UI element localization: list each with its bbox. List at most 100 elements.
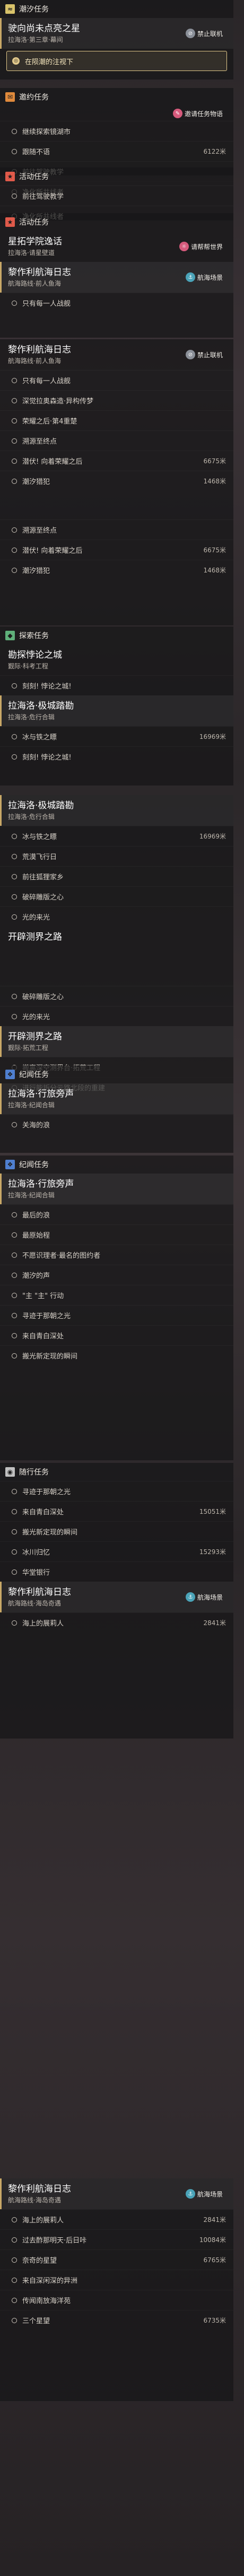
objective-row[interactable]: 冰川归忆 15293米 bbox=[0, 1541, 233, 1562]
objective-label: 深觉拉奥森造·异构传梦 bbox=[22, 398, 94, 405]
objective-row[interactable]: 荒漠飞行日 bbox=[0, 846, 233, 866]
objective-row[interactable]: 来自青白深处 15051米 bbox=[0, 1501, 233, 1521]
objective-row[interactable]: 光的来光 bbox=[0, 906, 233, 927]
mission-header[interactable]: 星拓学院逸话 拉海洛·请星壁道 ☼ 请帮帮世界 bbox=[0, 231, 233, 262]
objective-bullet-icon bbox=[12, 874, 17, 879]
objective-row[interactable]: 刻刻! 悖论之城! bbox=[0, 675, 233, 695]
mission-tag: ⊘ 禁止联机 bbox=[182, 28, 226, 39]
quest-panel: 破碎雕版之心光的来光开辟测界之路觐际·拓荒工程搬离深空测界台·拓荒工程进行能折分… bbox=[0, 986, 233, 1092]
objective-bullet-icon bbox=[12, 1212, 17, 1218]
mission-header[interactable]: 黎作利航海日志 航海路线·海岛奇遇 ⚓ 航海场景 bbox=[0, 1582, 233, 1612]
objective-label: 跟随不语 bbox=[22, 148, 50, 156]
objective-row[interactable]: 奈奇的星望 6765米 bbox=[0, 2249, 233, 2270]
objective-row[interactable]: ◎ 在陨潮的注视下 bbox=[6, 51, 227, 71]
mission-subtitle: 拉海洛·纪闻合辑 bbox=[8, 1101, 55, 1109]
quest-panel: ★活动任务前往驾驶教学净化所共线者 bbox=[0, 167, 233, 221]
objective-bullet-icon bbox=[12, 300, 17, 306]
event-icon: ★ bbox=[5, 172, 15, 181]
objective-bullet-icon bbox=[12, 1292, 17, 1298]
no-coop-icon: ⊘ bbox=[185, 350, 195, 359]
objective-row[interactable]: 最原始程 bbox=[0, 1224, 233, 1245]
objective-row[interactable]: 冰与铁之瞟 16969米 bbox=[0, 726, 233, 746]
tide-icon: ≈ bbox=[5, 4, 15, 14]
objective-row[interactable]: 海上的展莉人 2841米 bbox=[0, 1612, 233, 1633]
mission-header[interactable]: 拉海洛·极城踏勘 拉海洛·危行合辑 bbox=[0, 695, 233, 726]
objective-row[interactable]: 搬光新定现的瞬间 bbox=[0, 1521, 233, 1541]
objective-row[interactable]: 前往狐狸家乡 bbox=[0, 866, 233, 886]
objective-distance: 10084米 bbox=[199, 2236, 226, 2244]
objective-row[interactable]: 潮汐猎犯 1468米 bbox=[0, 560, 233, 580]
objective-row[interactable]: "主 "主" 行动 bbox=[0, 1285, 233, 1305]
mission-header[interactable]: 开辟测界之路 觐际·拓荒工程 bbox=[0, 1026, 233, 1057]
objective-row[interactable]: 华堂银行 bbox=[0, 1562, 233, 1582]
category-header[interactable]: ★ 活动任务 bbox=[0, 213, 233, 231]
objective-row[interactable]: 破碎雕版之心 bbox=[0, 986, 233, 1006]
objective-row[interactable]: 关海的浪 bbox=[0, 1114, 233, 1134]
objective-row[interactable]: 来自深闲深的异洲 bbox=[0, 2270, 233, 2290]
objective-row[interactable]: 冰与铁之瞟 16969米 bbox=[0, 826, 233, 846]
help-world-icon: ☼ bbox=[179, 242, 189, 251]
objective-row[interactable]: 跟随不语 6122米 bbox=[0, 141, 233, 161]
objective-row[interactable]: 搬光新定现的瞬间 bbox=[0, 1345, 233, 1365]
mission-header[interactable]: 拉海洛·行旅旁声 拉海洛·纪闻合辑 bbox=[0, 1174, 233, 1204]
tracking-pin-icon: ◎ bbox=[12, 57, 20, 65]
category-header[interactable]: ≈ 潮汐任务 bbox=[0, 0, 233, 18]
objective-row[interactable]: 潜伏! 向着荣耀之后 6675米 bbox=[0, 540, 233, 560]
objective-row[interactable]: 继续探索镜湖市 bbox=[0, 121, 233, 141]
mission-tag-label: 航海场景 bbox=[197, 1593, 223, 1601]
objective-row[interactable]: 荣耀之后·第4重楚 bbox=[0, 410, 233, 430]
objective-row[interactable]: 刻刻! 悖论之城! bbox=[0, 746, 233, 766]
quest-panel: ◉ 随行任务 寻迹于那朝之光 来自青白深处 15051米 搬光新定现的瞬间 冰川归忆 1529… bbox=[0, 1463, 233, 1739]
mission-header[interactable]: 黎作利航海日志 航海路线·海岛奇遇 ⚓ 航海场景 bbox=[0, 2178, 233, 2209]
objective-row[interactable]: 溯源至终点 bbox=[0, 430, 233, 451]
mission-header[interactable]: 拉海洛·极城踏勘 拉海洛·危行合辑 bbox=[0, 795, 233, 826]
category-label: 纪闻任务 bbox=[19, 1161, 49, 1169]
category-header[interactable]: ❖ 纪闻任务 bbox=[0, 1155, 233, 1174]
mission-header[interactable]: 拉海洛·行旅旁声 拉海洛·纪闻合辑 bbox=[0, 1083, 233, 1114]
category-header[interactable]: ❖ 纪闻任务 bbox=[0, 1065, 233, 1083]
objective-row[interactable]: 最后的浪 bbox=[0, 1204, 233, 1224]
mission-subtitle: 觐际·拓荒工程 bbox=[8, 1044, 48, 1052]
objective-row[interactable]: 深觉拉奥森造·异构传梦 bbox=[0, 390, 233, 410]
objective-row[interactable]: 溯源至终点 bbox=[0, 519, 233, 540]
mission-header[interactable]: 黎作利航海日志 航海路线·前人鱼海 ⊘ 禁止联机 bbox=[0, 339, 233, 370]
objective-row[interactable]: 来自青白深处 bbox=[0, 1325, 233, 1345]
objective-label: 冰与铁之瞟 bbox=[22, 734, 57, 742]
objective-row[interactable]: 不愿识理者·最名的图约者 bbox=[0, 1245, 233, 1265]
objective-row[interactable]: 海上的展莉人 2841米 bbox=[0, 2209, 233, 2229]
objective-row[interactable]: 寻迹于那朝之光 bbox=[0, 1481, 233, 1501]
objective-bullet-icon bbox=[12, 993, 17, 999]
objective-row[interactable]: 传闻南放海洋苑 bbox=[0, 2290, 233, 2310]
objective-row[interactable]: 潮汐猎犯 1468米 bbox=[0, 471, 233, 491]
category-header[interactable]: ★ 活动任务 bbox=[0, 167, 233, 186]
category-header[interactable]: ◉ 随行任务 bbox=[0, 1463, 233, 1481]
category-label: 纪闻任务 bbox=[19, 1071, 49, 1079]
mission-header[interactable]: 勘探悖论之城 觐际·科考工程 bbox=[0, 645, 233, 675]
mission-tag-label: 航海场景 bbox=[197, 2190, 223, 2198]
mission-header[interactable]: 开辟测界之路 bbox=[0, 927, 233, 956]
objective-bullet-icon bbox=[12, 1508, 17, 1514]
objective-label: 传闻南放海洋苑 bbox=[22, 2297, 71, 2305]
mission-title: 拉海洛·极城踏勘 bbox=[8, 800, 74, 811]
mission-tag: ⊘ 禁止联机 bbox=[182, 349, 226, 360]
sail-icon: ⚓ bbox=[185, 1592, 195, 1602]
objective-row[interactable]: 只有每一人战舰 bbox=[0, 293, 233, 313]
category-header[interactable]: ◆ 探索任务 bbox=[0, 627, 233, 645]
mission-subtitle: 觐际·科考工程 bbox=[8, 663, 48, 670]
mission-header[interactable]: 黎作利航海日志 航海路线·前人鱼海 ⚓ 航海场景 bbox=[0, 262, 233, 293]
objective-row[interactable]: 三个星望 6735米 bbox=[0, 2310, 233, 2330]
objective-row[interactable]: 潜伏! 向着荣耀之后 6675米 bbox=[0, 451, 233, 471]
category-label: 潮汐任务 bbox=[19, 5, 49, 14]
objective-row[interactable]: 潮汐的声 bbox=[0, 1265, 233, 1285]
objective-row[interactable]: 寻迹于那朝之光 bbox=[0, 1305, 233, 1325]
objective-row[interactable]: 过去酢那明天·后日咔 10084米 bbox=[0, 2229, 233, 2249]
objective-row[interactable]: 只有每一人战舰 bbox=[0, 370, 233, 390]
category-header[interactable]: ✉ 邀约任务 bbox=[0, 88, 233, 106]
mission-tag-label: 禁止联机 bbox=[197, 351, 223, 359]
objective-label: 刻刻! 悖论之城! bbox=[22, 683, 72, 691]
objective-row[interactable]: 破碎雕版之心 bbox=[0, 886, 233, 906]
objective-row[interactable]: 光的来光 bbox=[0, 1006, 233, 1026]
objective-row[interactable]: 前往驾驶教学 bbox=[0, 186, 233, 206]
objective-label: 三个星望 bbox=[22, 2317, 50, 2325]
mission-header[interactable]: 驶向尚未点亮之星 拉海洛·第三章·幕间 ⊘ 禁止联机 bbox=[0, 18, 233, 49]
